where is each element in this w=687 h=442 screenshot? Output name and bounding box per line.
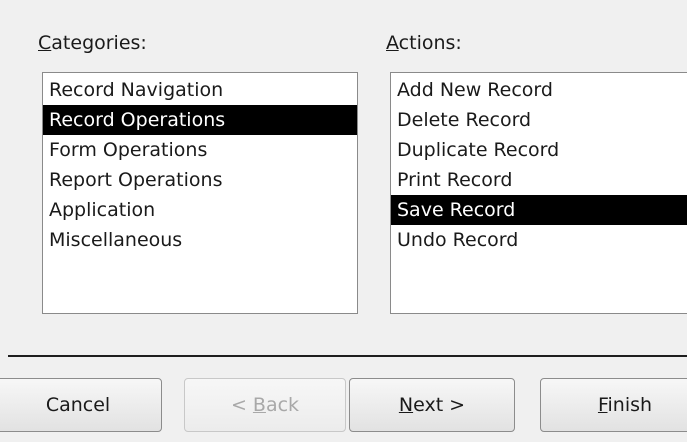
action-item-add-new-record[interactable]: Add New Record <box>391 75 687 105</box>
back-button-label-mnemonic: B <box>252 394 266 416</box>
command-button-wizard: Categories: Record Navigation Record Ope… <box>0 0 687 442</box>
cancel-button[interactable]: Cancel <box>0 378 162 432</box>
category-item-record-operations[interactable]: Record Operations <box>43 105 357 135</box>
actions-label: Actions: <box>386 32 462 54</box>
action-item-delete-record[interactable]: Delete Record <box>391 105 687 135</box>
categories-label: Categories: <box>38 32 147 54</box>
next-button[interactable]: Next > <box>349 378 515 432</box>
category-item-record-navigation[interactable]: Record Navigation <box>43 75 357 105</box>
next-button-label-rest: ext > <box>413 394 466 416</box>
action-item-duplicate-record[interactable]: Duplicate Record <box>391 135 687 165</box>
finish-button[interactable]: Finish <box>540 378 687 432</box>
finish-button-label: Finish <box>598 394 652 416</box>
categories-label-mnemonic: C <box>38 32 52 54</box>
next-button-label-mnemonic: N <box>398 394 414 416</box>
next-button-label: Next > <box>399 394 465 416</box>
action-item-print-record[interactable]: Print Record <box>391 165 687 195</box>
categories-label-text: ategories: <box>51 32 147 54</box>
categories-listbox[interactable]: Record Navigation Record Operations Form… <box>42 72 358 314</box>
footer-divider <box>8 355 687 357</box>
category-item-application[interactable]: Application <box>43 195 357 225</box>
back-button-label-rest: ack <box>265 394 300 416</box>
category-item-form-operations[interactable]: Form Operations <box>43 135 357 165</box>
actions-listbox[interactable]: Add New Record Delete Record Duplicate R… <box>390 72 687 314</box>
category-item-miscellaneous[interactable]: Miscellaneous <box>43 225 357 255</box>
back-button[interactable]: < Back <box>184 378 346 432</box>
action-item-save-record[interactable]: Save Record <box>391 195 687 225</box>
cancel-button-label: Cancel <box>45 394 111 416</box>
back-button-label-prefix: < <box>230 394 253 416</box>
action-item-undo-record[interactable]: Undo Record <box>391 225 687 255</box>
actions-label-mnemonic: A <box>386 32 399 54</box>
finish-button-label-rest: inish <box>607 394 653 416</box>
back-button-label: < Back <box>231 394 299 416</box>
actions-label-text: ctions: <box>398 32 462 54</box>
category-item-report-operations[interactable]: Report Operations <box>43 165 357 195</box>
finish-button-label-mnemonic: F <box>597 394 608 416</box>
